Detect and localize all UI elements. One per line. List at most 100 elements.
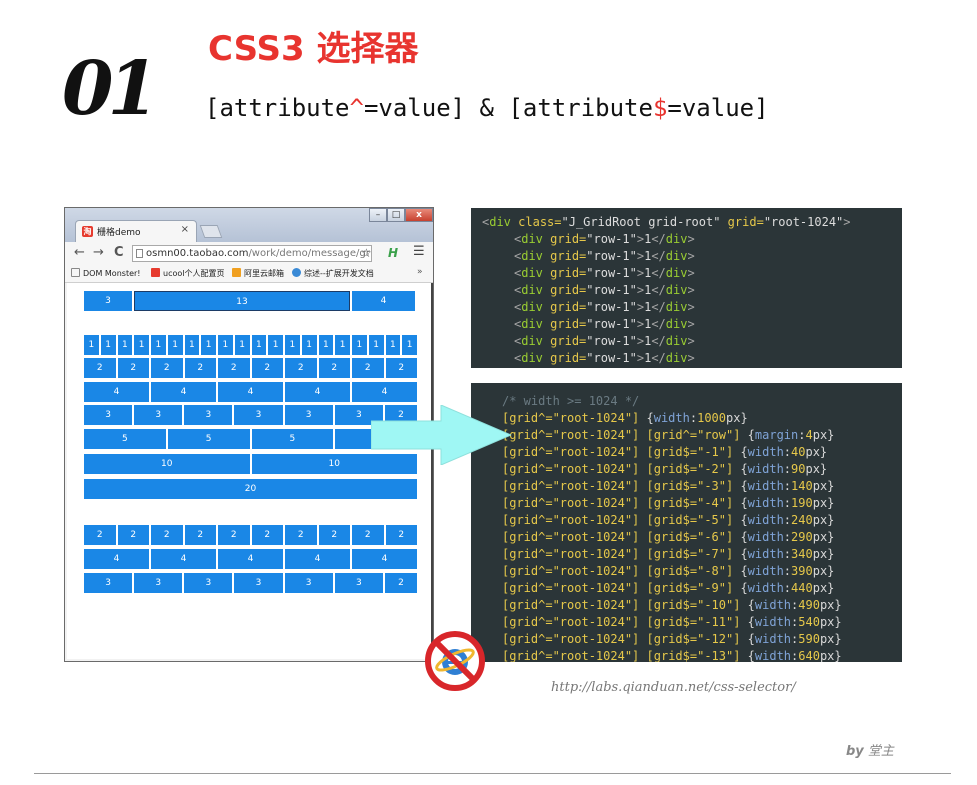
address-host: osmn00.taobao.com (146, 248, 249, 259)
tab-title: 栅格demo (97, 228, 141, 238)
subtitle-part: [attribute (205, 94, 350, 122)
code-token: > (687, 283, 695, 297)
back-icon[interactable]: ← (74, 245, 85, 261)
code-token: [grid^="root-1024"] (502, 632, 640, 646)
code-token: > (636, 266, 645, 280)
code-token: class= (510, 215, 562, 229)
code-token: div (521, 317, 543, 331)
code-token: { (733, 445, 748, 459)
bookmark-item[interactable]: 综述--扩展开发文档 (292, 268, 374, 279)
dollar-symbol: $ (652, 94, 668, 122)
grid-cell: 5 (84, 429, 166, 449)
demo-url[interactable]: http://labs.qianduan.net/css-selector/ (551, 680, 796, 695)
code-token: grid= (542, 300, 587, 314)
by-label: by (846, 744, 864, 759)
code-token: { (733, 564, 748, 578)
code-token: 140 (791, 479, 813, 493)
code-token: </ (651, 317, 666, 331)
code-token: "row-1" (586, 351, 637, 365)
bookmark-label: 阿里云邮箱 (244, 269, 284, 278)
grid-cell: 1 (335, 335, 350, 355)
code-token: px} (726, 411, 748, 425)
code-token: 540 (798, 615, 820, 629)
code-token: : (689, 411, 698, 425)
tab-close-icon[interactable]: × (181, 224, 189, 235)
menu-icon[interactable]: ☰ (413, 244, 425, 259)
code-token: grid= (542, 249, 587, 263)
code-line: [grid^="root-1024"] [grid^="row"] {margi… (502, 427, 834, 444)
bookmark-item[interactable]: DOM Monster! (71, 268, 141, 278)
css-code-panel: /* width >= 1024 */ [grid^="root-1024"] {… (471, 383, 902, 662)
grid-cell: 1 (268, 335, 283, 355)
reload-icon[interactable]: C (114, 245, 124, 261)
grid-cell: 1 (285, 335, 300, 355)
grid-cell: 2 (251, 358, 283, 378)
code-token: px} (819, 649, 842, 662)
author: 堂主 (867, 744, 894, 759)
minimize-button[interactable]: – (369, 208, 387, 222)
code-token: 40 (791, 445, 806, 459)
code-line: [grid^="root-1024"] [grid$="-2"] {width:… (502, 461, 827, 478)
code-token: > (636, 334, 645, 348)
code-line: <div grid="row-1">1</div> (514, 231, 695, 248)
grid-cell: 3 (84, 291, 132, 311)
page-viewport: 3 13 4 1 1 1 1 1 1 1 1 1 1 1 1 1 1 1 1 1 1 1 1 2 2 2 2 2 2 2 2 2 2 4 4 4 4 4 3… (67, 283, 431, 659)
code-line: [grid^="root-1024"] [grid$="-1"] {width:… (502, 444, 827, 461)
code-token: { (733, 462, 748, 476)
code-token: [grid$="-10"] (646, 598, 741, 612)
browser-tab[interactable]: 淘 栅格demo × (75, 220, 197, 242)
code-token: : (783, 530, 792, 544)
code-token: > (687, 334, 695, 348)
grid-cell: 2 (151, 358, 183, 378)
grid-cell: 1 (151, 335, 166, 355)
extension-icon[interactable]: H (388, 246, 398, 260)
code-line: [grid^="root-1024"] [grid$="-6"] {width:… (502, 529, 834, 546)
new-tab-button[interactable] (199, 225, 223, 238)
code-token: </ (651, 249, 666, 263)
code-token: [grid^="root-1024"] (502, 615, 640, 629)
code-token: width (747, 530, 784, 544)
bookmark-label: 综述--扩展开发文档 (304, 269, 374, 278)
code-token: [grid^="root-1024"] (502, 547, 640, 561)
code-token: div (521, 266, 543, 280)
bookmark-label: ucool个人配置页 (163, 269, 225, 278)
code-token: width (754, 615, 792, 629)
code-token: : (783, 564, 792, 578)
grid-cell: 2 (184, 358, 216, 378)
grid-cell: 1 (385, 335, 401, 355)
code-token: </ (651, 334, 666, 348)
taobao-favicon-icon (151, 268, 160, 277)
code-token: width (747, 513, 784, 527)
address-bar[interactable]: osmn00.taobao.com/work/demo/message/gr (132, 245, 372, 262)
code-token: : (783, 581, 792, 595)
grid-cell: 3 (84, 573, 133, 593)
taobao-favicon-icon: 淘 (82, 226, 93, 237)
bookmarks-overflow-icon[interactable]: » (417, 267, 423, 277)
code-token: { (733, 496, 748, 510)
code-line: [grid^="root-1024"] [grid$="-9"] {width:… (502, 580, 834, 597)
grid-cell: 2 (352, 525, 384, 545)
maximize-button[interactable]: □ (387, 208, 405, 222)
bookmark-item[interactable]: ucool个人配置页 (151, 268, 224, 279)
code-token: px} (812, 479, 835, 493)
code-token: div (665, 283, 688, 297)
grid-cell: 1 (301, 335, 317, 355)
grid-cell: 1 (184, 335, 200, 355)
bookmark-star-icon[interactable]: ☆ (361, 246, 372, 260)
code-token: "row-1" (586, 249, 637, 263)
code-token: [grid^="root-1024"] (502, 513, 640, 527)
code-token: grid= (542, 317, 587, 331)
code-line: <div grid="row-1">1</div> (514, 333, 695, 350)
code-token: div (665, 334, 688, 348)
bookmark-item[interactable]: 阿里云邮箱 (232, 268, 284, 279)
grid-cell: 2 (151, 525, 183, 545)
close-window-button[interactable]: x (405, 208, 433, 222)
code-token: "row-1" (586, 334, 637, 348)
slide-subtitle: [attribute^=value] & [attribute$=value] (205, 96, 769, 120)
forward-icon[interactable]: → (93, 245, 104, 261)
grid-cell: 3 (184, 573, 233, 593)
code-token: [grid$="-5"] (646, 513, 734, 527)
code-token: "root-1024" (763, 215, 844, 229)
code-token: grid= (542, 351, 587, 365)
